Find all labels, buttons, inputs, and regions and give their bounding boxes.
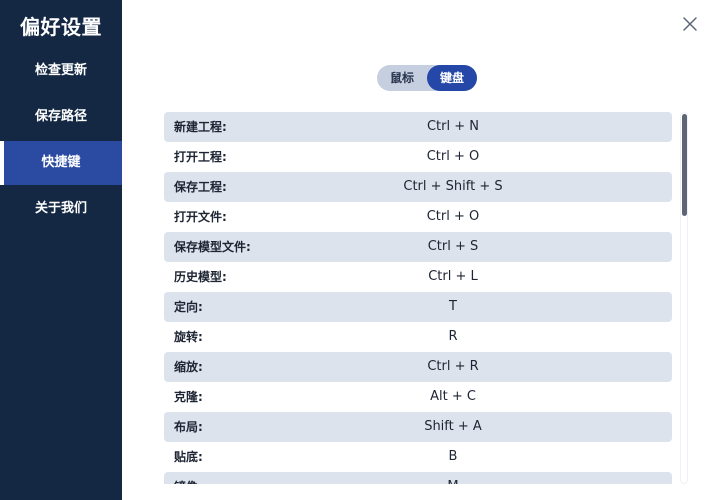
shortcut-row: 镜像:M <box>164 472 672 484</box>
shortcut-keys: Ctrl + O <box>426 149 480 164</box>
shortcut-keys: Alt + C <box>430 389 476 404</box>
shortcut-name: 布局: <box>174 420 203 434</box>
shortcut-name: 贴底: <box>174 450 203 464</box>
shortcut-keys: B <box>448 449 458 464</box>
shortcut-keys: Ctrl + L <box>428 269 478 284</box>
shortcut-keys: Ctrl + N <box>426 119 479 134</box>
shortcut-name: 旋转: <box>174 330 203 344</box>
shortcut-keys: T <box>449 299 457 314</box>
sidebar-item-shortcuts[interactable]: 快捷键 <box>0 141 122 185</box>
shortcut-row: 保存模型文件: Ctrl + S <box>164 232 672 262</box>
page-title: 偏好设置 <box>20 15 102 39</box>
shortcut-name: 缩放: <box>174 360 203 374</box>
shortcut-row: 打开文件: Ctrl + O <box>164 202 672 232</box>
close-button[interactable] <box>681 15 699 33</box>
shortcut-row: 新建工程: Ctrl + N <box>164 112 672 142</box>
close-icon <box>683 17 697 31</box>
toggle-mouse[interactable]: 鼠标 <box>377 65 427 91</box>
shortcut-row: 保存工程: Ctrl + Shift + S <box>164 172 672 202</box>
input-mode-toggle: 鼠标 键盘 <box>377 65 477 91</box>
shortcut-name: 打开文件: <box>174 210 227 224</box>
shortcut-name: 镜像: <box>174 472 203 484</box>
shortcut-name: 定向: <box>174 300 203 314</box>
sidebar-item-label: 关于我们 <box>34 201 87 216</box>
shortcut-row: 布局: Shift + A <box>164 412 672 442</box>
shortcut-row: 定向: T <box>164 292 672 322</box>
shortcut-row: 缩放: Ctrl + R <box>164 352 672 382</box>
shortcut-name: 保存模型文件: <box>174 240 251 254</box>
shortcut-row: 历史模型: Ctrl + L <box>164 262 672 292</box>
shortcut-row: 克隆: Alt + C <box>164 382 672 412</box>
sidebar-item-check-updates[interactable]: 检查更新 <box>0 49 122 93</box>
shortcut-row: 贴底: B <box>164 442 672 472</box>
sidebar: 偏好设置 检查更新 保存路径 快捷键 关于我们 <box>0 0 122 500</box>
shortcut-keys: Ctrl + Shift + S <box>403 179 503 194</box>
sidebar-item-about-us[interactable]: 关于我们 <box>0 187 122 231</box>
toggle-keyboard[interactable]: 键盘 <box>427 65 477 91</box>
sidebar-item-label: 检查更新 <box>34 63 87 78</box>
shortcut-keys: Shift + A <box>424 419 482 434</box>
sidebar-item-label: 保存路径 <box>34 109 87 124</box>
sidebar-item-label: 快捷键 <box>41 155 81 170</box>
shortcut-keys: M <box>164 472 672 484</box>
shortcut-keys: R <box>448 329 458 344</box>
scrollbar-thumb[interactable] <box>682 114 687 216</box>
shortcut-name: 克隆: <box>174 390 203 404</box>
shortcut-keys: Ctrl + R <box>427 359 479 374</box>
shortcut-list: 新建工程: Ctrl + N 打开工程: Ctrl + O 保存工程: Ctrl + Sh… <box>164 112 672 484</box>
active-indicator <box>0 141 4 185</box>
shortcut-keys: Ctrl + O <box>426 209 480 224</box>
shortcut-row: 打开工程: Ctrl + O <box>164 142 672 172</box>
shortcut-name: 打开工程: <box>174 150 227 164</box>
shortcut-row: 旋转: R <box>164 322 672 352</box>
shortcut-name: 新建工程: <box>174 120 227 134</box>
sidebar-item-save-path[interactable]: 保存路径 <box>0 95 122 139</box>
shortcut-name: 保存工程: <box>174 180 227 194</box>
shortcut-name: 历史模型: <box>174 270 227 284</box>
